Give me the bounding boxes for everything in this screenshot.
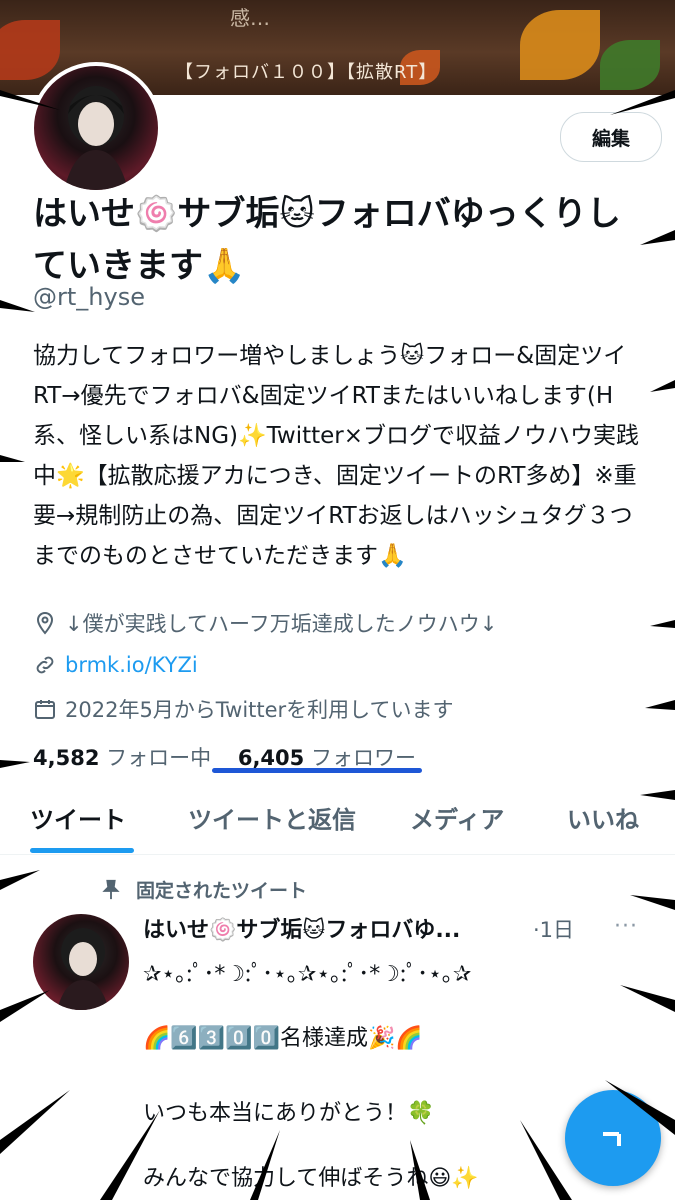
tweet-timestamp[interactable]: ·1日 bbox=[533, 914, 574, 944]
profile-bio: 協力してフォロワー増やしましょう🐱フォロー&固定ツイRT→優先でフォロバ&固定ツ… bbox=[33, 343, 639, 569]
calendar-icon bbox=[35, 700, 55, 719]
tab-tweets-replies[interactable]: ツイートと返信 bbox=[188, 800, 356, 835]
banner-text: 【フォロバ１００】【拡散RT】 bbox=[175, 62, 438, 83]
avatar-image bbox=[64, 86, 128, 190]
tweet-text-line: ✰⋆｡:ﾟ･*☽:ﾟ･⋆｡✰⋆｡:ﾟ･*☽:ﾟ･⋆｡✰ bbox=[143, 962, 472, 987]
profile-tabs: ツイート ツイートと返信 メディア いいね bbox=[0, 790, 675, 855]
tweet-text-line: いつも本当にありがとう！🍀 bbox=[143, 1101, 435, 1126]
pin-icon bbox=[102, 879, 120, 899]
display-name: はいせ🍥サブ垢🐱フォロバゆっくりしていきます🙏 bbox=[33, 194, 621, 286]
tweet-text-line: みんなで協力して伸ばそうね😃✨ bbox=[143, 1166, 479, 1191]
banner-top-text: 感… bbox=[230, 6, 270, 30]
compose-icon bbox=[603, 1132, 621, 1146]
following-link[interactable]: 4,582 フォロー中 bbox=[33, 746, 211, 770]
tweet-text-line: 🌈6️⃣3️⃣0️⃣0️⃣名様達成🎉🌈 bbox=[143, 1026, 423, 1051]
hand-drawn-underline bbox=[212, 768, 422, 773]
joined-row: 2022年5月からTwitterを利用しています bbox=[33, 694, 454, 724]
location-pin-icon bbox=[36, 611, 54, 635]
user-handle: @rt_hyse bbox=[33, 283, 145, 311]
leaf-decoration bbox=[520, 10, 600, 80]
joined-text: 2022年5月からTwitterを利用しています bbox=[65, 698, 454, 722]
following-count: 4,582 bbox=[33, 746, 100, 770]
edit-profile-button[interactable]: 編集 bbox=[560, 112, 662, 162]
pinned-label-row: 固定されたツイート bbox=[100, 876, 307, 903]
tab-tweets[interactable]: ツイート bbox=[30, 800, 126, 835]
avatar-image bbox=[57, 928, 109, 1010]
tab-likes[interactable]: いいね bbox=[567, 800, 639, 835]
followers-count: 6,405 bbox=[237, 746, 305, 770]
more-options-icon[interactable]: ··· bbox=[614, 914, 638, 939]
followers-label: フォロワー bbox=[310, 746, 416, 770]
tweet-author-name[interactable]: はいせ🍥サブ垢🐱フォロバゆ... bbox=[143, 912, 460, 944]
tweet-author-avatar[interactable] bbox=[33, 914, 129, 1010]
followers-link[interactable]: 6,405 フォロワー bbox=[238, 746, 416, 770]
leaf-decoration bbox=[0, 20, 60, 80]
compose-tweet-button[interactable] bbox=[565, 1090, 661, 1186]
website-row[interactable]: brmk.io/KYZi bbox=[33, 653, 198, 677]
profile-avatar[interactable] bbox=[30, 62, 162, 194]
pinned-label: 固定されたツイート bbox=[136, 880, 308, 902]
leaf-decoration bbox=[600, 40, 660, 90]
link-icon bbox=[36, 656, 54, 674]
website-link[interactable]: brmk.io/KYZi bbox=[65, 653, 198, 677]
location-row: ↓僕が実践してハーフ万垢達成したノウハウ↓ bbox=[33, 608, 497, 638]
following-label: フォロー中 bbox=[106, 746, 212, 770]
location-text: ↓僕が実践してハーフ万垢達成したノウハウ↓ bbox=[65, 612, 498, 636]
active-tab-indicator bbox=[30, 848, 134, 853]
tab-media[interactable]: メディア bbox=[410, 800, 504, 835]
